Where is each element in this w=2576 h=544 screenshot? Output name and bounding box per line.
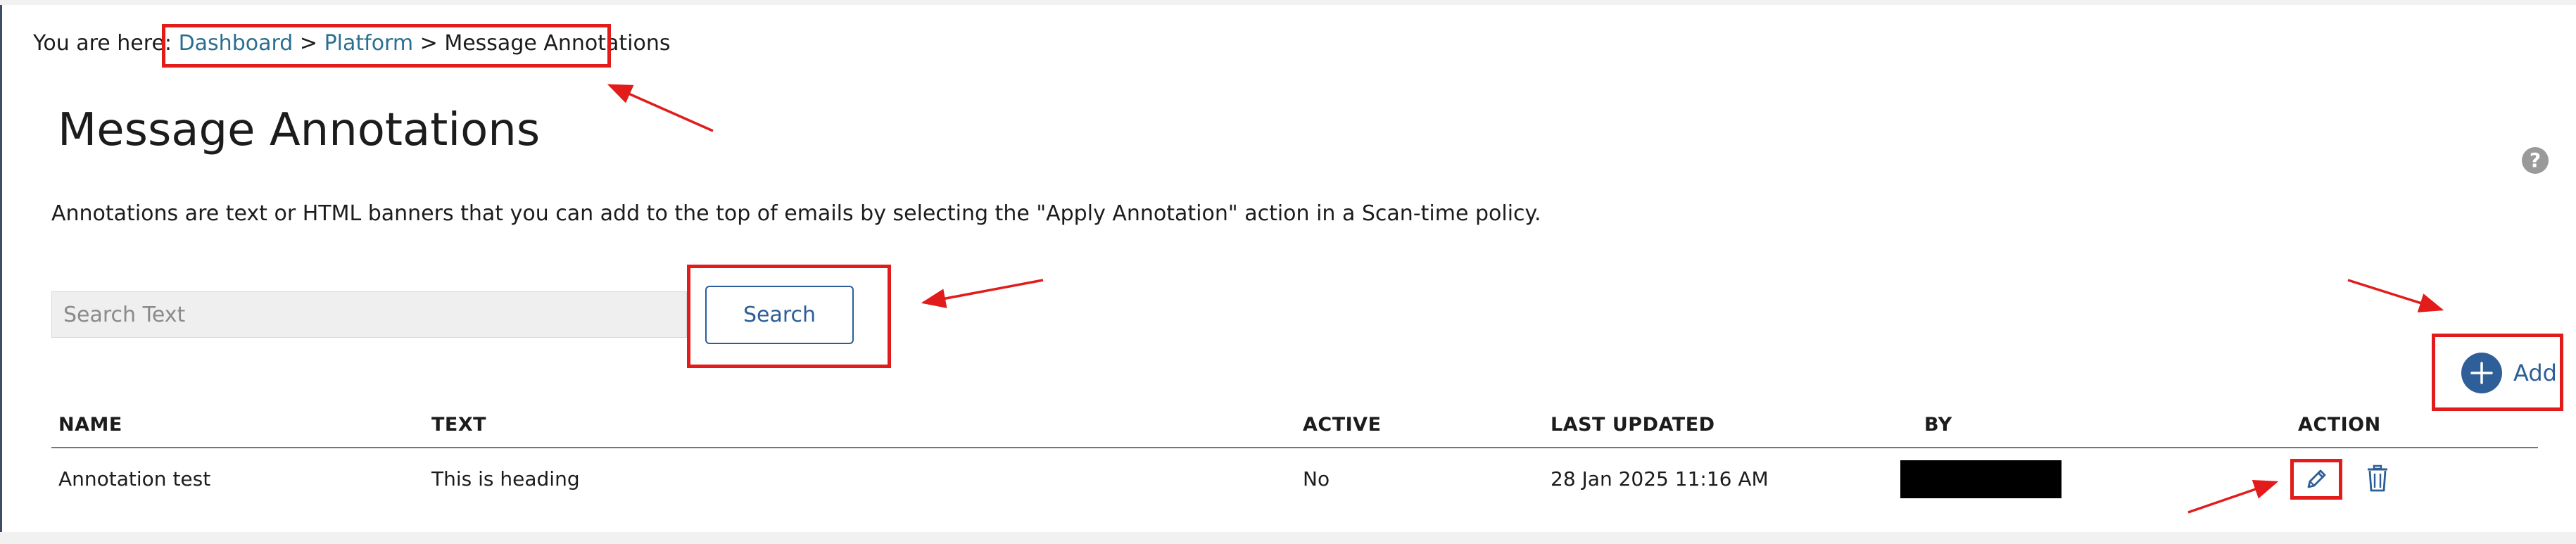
help-icon[interactable]: ? (2522, 147, 2549, 174)
column-header-text[interactable]: TEXT (431, 411, 486, 439)
column-header-active[interactable]: ACTIVE (1303, 411, 1382, 439)
cell-by-redacted (1900, 460, 2062, 498)
page-container (0, 5, 2576, 532)
page-title: Message Annotations (58, 104, 541, 156)
search-input[interactable] (51, 291, 687, 338)
cell-text: This is heading (431, 467, 580, 491)
trash-icon[interactable] (2366, 464, 2389, 493)
highlight-box-add (2432, 334, 2563, 411)
cell-last-updated: 28 Jan 2025 11:16 AM (1551, 467, 1769, 491)
column-header-action: ACTION (2298, 414, 2381, 436)
page-description: Annotations are text or HTML banners tha… (51, 201, 1541, 226)
highlight-box-edit (2290, 459, 2342, 500)
highlight-box-search (687, 265, 891, 368)
breadcrumb-prefix: You are here: (33, 31, 172, 56)
cell-active: No (1303, 467, 1330, 491)
cell-name: Annotation test (58, 467, 211, 491)
column-header-by[interactable]: BY (1924, 411, 1952, 439)
column-header-name[interactable]: NAME (58, 411, 122, 439)
table-header-divider (51, 447, 2538, 448)
column-header-last-updated[interactable]: LAST UPDATED (1551, 411, 1715, 439)
highlight-box-breadcrumb (162, 24, 611, 68)
